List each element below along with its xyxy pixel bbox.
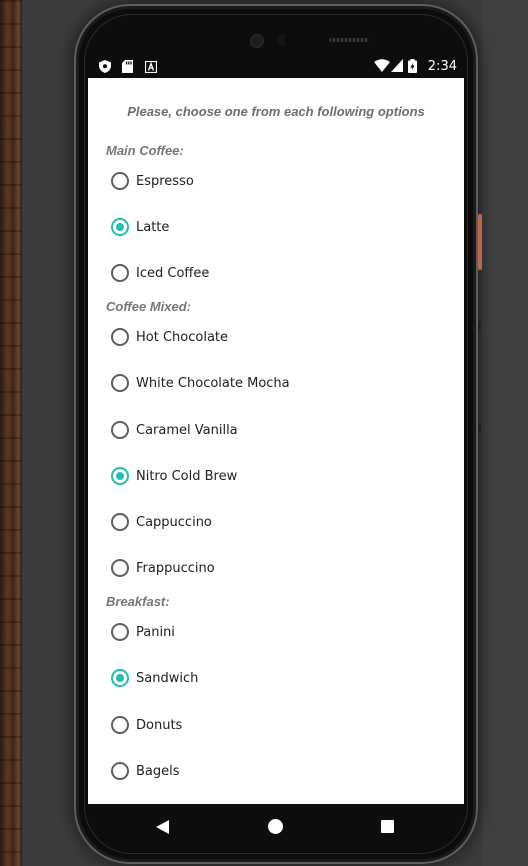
radio-option-latte[interactable]: Latte	[111, 216, 169, 238]
radio-button[interactable]	[111, 762, 129, 780]
status-bar: 2:34	[88, 56, 464, 78]
radio-button[interactable]	[111, 172, 129, 190]
radio-option-iced-coffee[interactable]: Iced Coffee	[111, 262, 209, 284]
section-label-breakfast: Breakfast:	[106, 594, 170, 609]
radio-button[interactable]	[111, 669, 129, 687]
radio-button[interactable]	[111, 623, 129, 641]
radio-button[interactable]	[111, 421, 129, 439]
radio-option-caramel-vanilla[interactable]: Caramel Vanilla	[111, 419, 238, 441]
option-label: Caramel Vanilla	[136, 422, 238, 438]
radio-option-bagels[interactable]: Bagels	[111, 760, 180, 782]
section-label-main-coffee: Main Coffee:	[106, 143, 184, 158]
radio-option-panini[interactable]: Panini	[111, 621, 175, 643]
radio-button[interactable]	[111, 467, 129, 485]
radio-option-donuts[interactable]: Donuts	[111, 714, 182, 736]
option-label: Bagels	[136, 763, 180, 779]
option-label: Panini	[136, 624, 175, 640]
radio-option-cappuccino[interactable]: Cappuccino	[111, 511, 212, 533]
signal-icon	[391, 59, 403, 77]
option-label: Latte	[136, 219, 170, 235]
radio-button[interactable]	[111, 374, 129, 392]
radio-button[interactable]	[111, 513, 129, 531]
radio-button[interactable]	[111, 218, 129, 236]
radio-option-sandwich[interactable]: Sandwich	[111, 667, 198, 689]
home-icon[interactable]	[268, 819, 283, 834]
battery-icon	[408, 59, 417, 78]
radio-button[interactable]	[111, 559, 129, 577]
radio-button[interactable]	[111, 328, 129, 346]
option-label: Iced Coffee	[136, 265, 210, 281]
option-label: Nitro Cold Brew	[136, 468, 238, 484]
option-label: Frappuccino	[136, 560, 215, 576]
option-label: Donuts	[136, 717, 183, 733]
power-button[interactable]	[478, 214, 482, 270]
recents-icon[interactable]	[381, 820, 394, 833]
radio-option-espresso[interactable]: Espresso	[111, 170, 194, 192]
option-label: Espresso	[136, 173, 194, 189]
option-label: Hot Chocolate	[136, 329, 229, 345]
front-camera	[250, 34, 264, 48]
clock: 2:34	[427, 59, 457, 74]
order-form-screen: Please, choose one from each following o…	[88, 78, 464, 804]
shield-icon	[99, 60, 111, 78]
back-icon[interactable]	[156, 820, 169, 834]
wifi-icon	[374, 59, 390, 77]
navigation-bar	[88, 804, 464, 850]
option-label: Cappuccino	[136, 514, 212, 530]
desk-background	[0, 0, 22, 866]
radio-option-nitro-cold-brew[interactable]: Nitro Cold Brew	[111, 465, 237, 487]
volume-button[interactable]	[478, 322, 481, 330]
radio-option-white-chocolate-mocha[interactable]: White Chocolate Mocha	[111, 372, 290, 394]
section-label-coffee-mixed: Coffee Mixed:	[106, 299, 191, 314]
option-label: White Chocolate Mocha	[136, 375, 290, 391]
instruction-text: Please, choose one from each following o…	[127, 104, 425, 119]
option-label: Sandwich	[136, 670, 199, 686]
volume-button[interactable]	[478, 424, 481, 432]
radio-option-hot-chocolate[interactable]: Hot Chocolate	[111, 326, 228, 348]
radio-button[interactable]	[111, 716, 129, 734]
background-panel	[482, 0, 528, 866]
radio-button[interactable]	[111, 264, 129, 282]
earpiece-speaker	[329, 38, 369, 42]
a-letter-icon	[144, 60, 158, 78]
sd-card-icon	[122, 60, 133, 78]
proximity-sensor	[278, 34, 286, 46]
radio-option-frappuccino[interactable]: Frappuccino	[111, 557, 215, 579]
